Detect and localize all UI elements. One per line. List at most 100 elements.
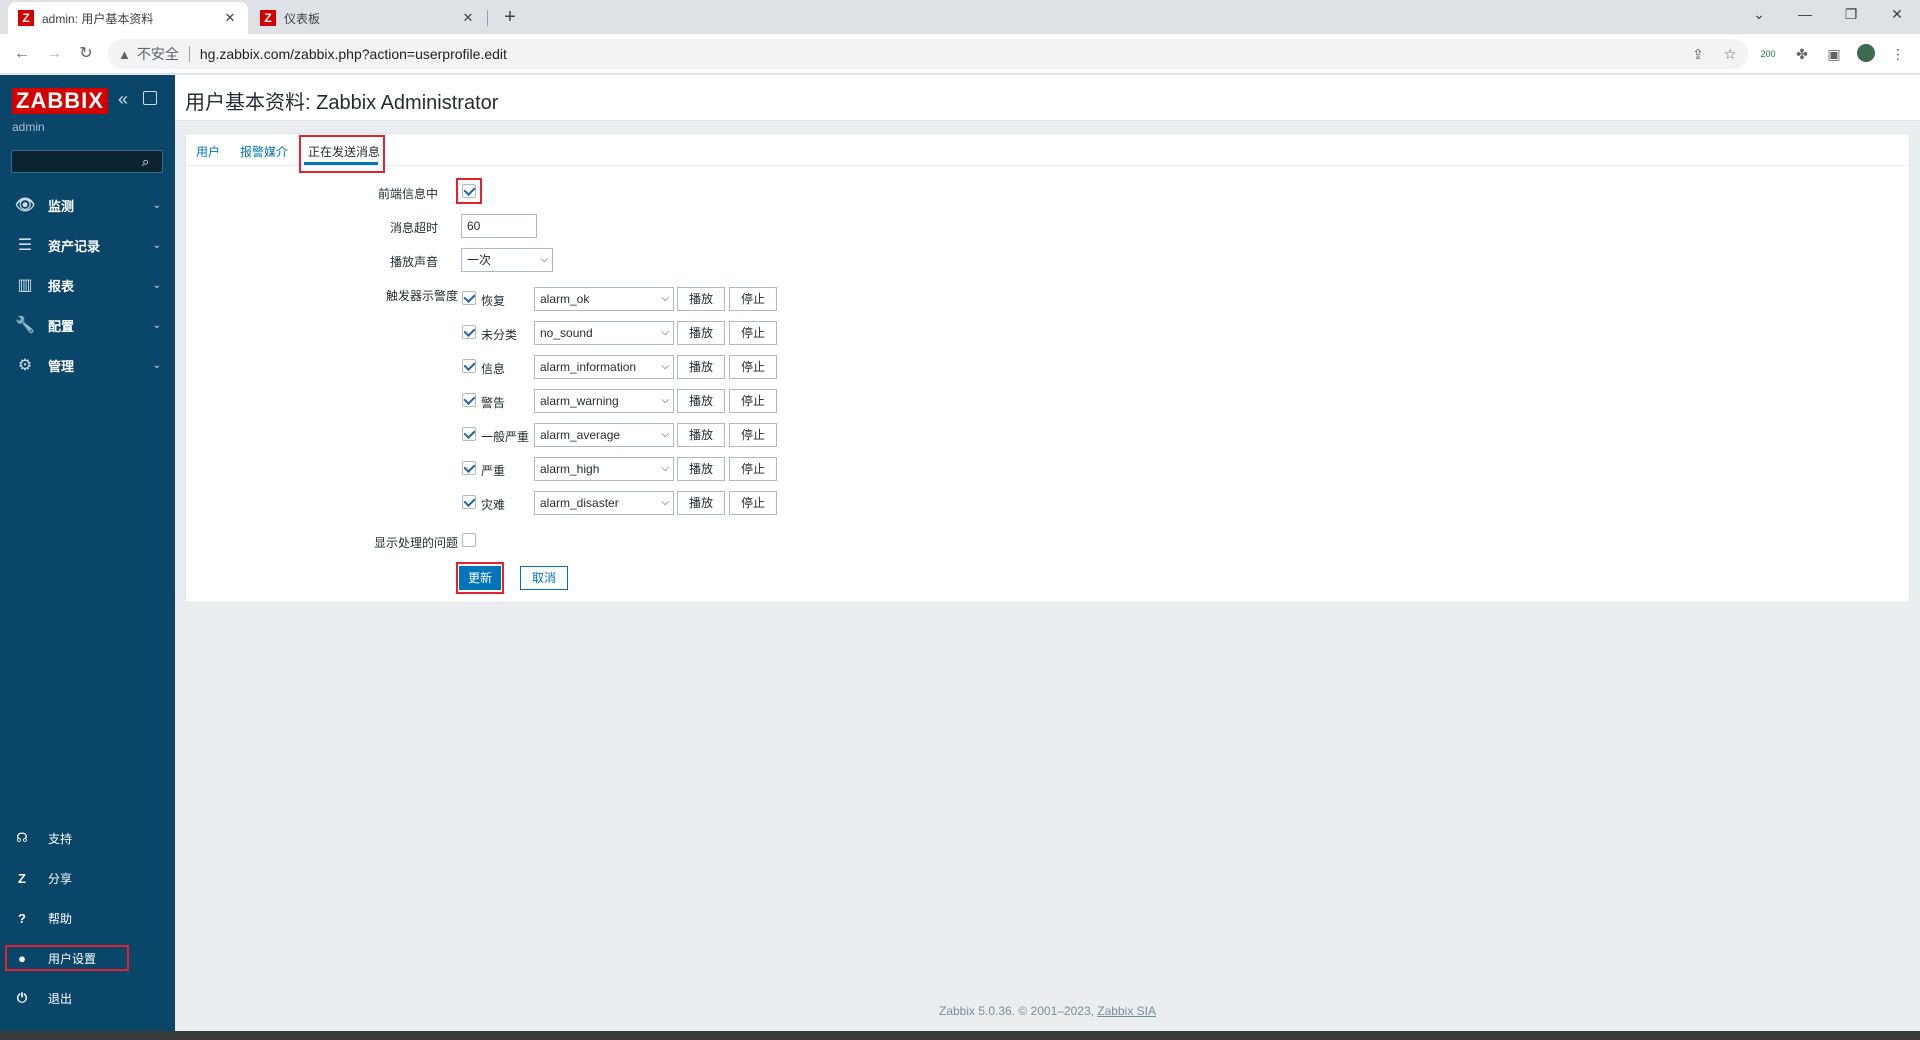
highlight-user-settings bbox=[5, 945, 129, 971]
stop-button[interactable]: 停止 bbox=[729, 491, 777, 515]
play-button[interactable]: 播放 bbox=[677, 491, 725, 515]
side-panel-icon[interactable]: ▣ bbox=[1824, 44, 1844, 64]
chevron-down-icon: ⌄ bbox=[152, 199, 161, 211]
extension-badge[interactable]: 200 bbox=[1758, 44, 1778, 64]
severity-sound-select[interactable]: alarm_average ⌵ bbox=[534, 423, 674, 447]
restore-button[interactable]: ❐ bbox=[1828, 0, 1874, 30]
menu-inventory[interactable]: ☰ 资产记录 ⌄ bbox=[0, 225, 175, 265]
message-timeout-input[interactable]: 60 bbox=[461, 214, 537, 238]
severity-checkbox[interactable] bbox=[462, 393, 476, 407]
menu-label: 配置 bbox=[48, 318, 75, 334]
show-suppressed-label: 显示处理的问题 bbox=[373, 536, 458, 550]
page-title: 用户基本资料: Zabbix Administrator bbox=[185, 92, 499, 114]
zabbix-favicon-icon: Z bbox=[18, 10, 34, 26]
severity-checkbox[interactable] bbox=[462, 359, 476, 373]
omnibox[interactable]: ▲ 不安全 hg.zabbix.com/zabbix.php?action=us… bbox=[108, 39, 1748, 69]
close-tab-icon[interactable]: ✕ bbox=[460, 10, 476, 26]
url-text[interactable]: hg.zabbix.com/zabbix.php?action=userprof… bbox=[200, 46, 507, 62]
browser-tab[interactable]: Z 仪表板 ✕ bbox=[250, 2, 486, 34]
search-icon[interactable]: ⌕ bbox=[142, 154, 149, 170]
forward-icon[interactable]: → bbox=[42, 42, 66, 66]
chevron-down-icon: ⌵ bbox=[661, 327, 669, 338]
severity-sound-select[interactable]: alarm_ok ⌵ bbox=[534, 287, 674, 311]
help-link[interactable]: ? 帮助 bbox=[0, 900, 175, 936]
menu-administration[interactable]: ⚙ 管理 ⌄ bbox=[0, 345, 175, 385]
help-label: 帮助 bbox=[48, 911, 73, 926]
severity-name: 灾难 bbox=[481, 498, 506, 512]
gear-icon: ⚙ bbox=[17, 357, 33, 374]
taskbar-strip bbox=[0, 1031, 1920, 1040]
severity-sound-select[interactable]: no_sound ⌵ bbox=[534, 321, 674, 345]
eye-icon: 👁 bbox=[14, 197, 36, 214]
browser-tab-bar: Z admin: 用户基本资料 ✕ Z 仪表板 ✕ + ⌄ — ❐ ✕ bbox=[0, 0, 1920, 34]
chevron-down-icon: ⌵ bbox=[661, 463, 669, 474]
stop-button[interactable]: 停止 bbox=[729, 321, 777, 345]
browser-menu-icon[interactable]: ⋮ bbox=[1888, 44, 1908, 64]
kiosk-mode-icon[interactable] bbox=[143, 91, 157, 105]
support-link[interactable]: ☊ 支持 bbox=[0, 820, 175, 856]
collapse-sidebar-icon[interactable]: « bbox=[118, 89, 128, 110]
stop-button[interactable]: 停止 bbox=[729, 389, 777, 413]
bookmark-star-icon[interactable]: ☆ bbox=[1720, 44, 1740, 64]
severity-sound-select[interactable]: alarm_warning ⌵ bbox=[534, 389, 674, 413]
share-link[interactable]: Z 分享 bbox=[0, 860, 175, 896]
tab-search-chevron-icon[interactable]: ⌄ bbox=[1736, 0, 1782, 30]
stop-button[interactable]: 停止 bbox=[729, 457, 777, 481]
tab-separator bbox=[487, 10, 488, 26]
tab-media[interactable]: 报警媒介 bbox=[240, 143, 288, 160]
play-button[interactable]: 播放 bbox=[677, 355, 725, 379]
warning-icon: ▲ bbox=[118, 46, 131, 62]
form-tabs: 用户 报警媒介 正在发送消息 bbox=[186, 134, 1909, 166]
play-button[interactable]: 播放 bbox=[677, 287, 725, 311]
chevron-down-icon: ⌵ bbox=[661, 293, 669, 304]
menu-configuration[interactable]: 🔧 配置 ⌄ bbox=[0, 305, 175, 345]
stop-button[interactable]: 停止 bbox=[729, 355, 777, 379]
show-suppressed-checkbox[interactable] bbox=[462, 533, 476, 547]
minimize-button[interactable]: — bbox=[1782, 0, 1828, 30]
zabbix-favicon-icon: Z bbox=[260, 10, 276, 26]
share-icon[interactable]: ⇪ bbox=[1688, 44, 1708, 64]
severity-checkbox[interactable] bbox=[462, 325, 476, 339]
severity-sound-select[interactable]: alarm_high ⌵ bbox=[534, 457, 674, 481]
tab-user[interactable]: 用户 bbox=[196, 143, 220, 160]
menu-reports[interactable]: ▥ 报表 ⌄ bbox=[0, 265, 175, 305]
signout-link[interactable]: ⏻ 退出 bbox=[0, 980, 175, 1016]
severity-sound-value: alarm_high bbox=[540, 462, 600, 476]
severity-checkbox[interactable] bbox=[462, 461, 476, 475]
trigger-severity-label: 触发器示警度 bbox=[385, 289, 458, 303]
severity-name: 严重 bbox=[481, 464, 506, 478]
reload-icon[interactable]: ↻ bbox=[74, 42, 98, 66]
chevron-down-icon: ⌵ bbox=[540, 254, 548, 265]
sidebar-search-input[interactable] bbox=[11, 150, 163, 173]
browser-tab-active[interactable]: Z admin: 用户基本资料 ✕ bbox=[8, 2, 248, 34]
extensions-puzzle-icon[interactable]: ✤ bbox=[1792, 44, 1812, 64]
menu-monitoring[interactable]: 👁 监测 ⌄ bbox=[0, 185, 175, 225]
severity-checkbox[interactable] bbox=[462, 291, 476, 305]
stop-button[interactable]: 停止 bbox=[729, 423, 777, 447]
zabbix-logo[interactable]: ZABBIX bbox=[12, 88, 108, 114]
severity-name: 一般严重 bbox=[481, 430, 530, 444]
play-button[interactable]: 播放 bbox=[677, 457, 725, 481]
play-button[interactable]: 播放 bbox=[677, 423, 725, 447]
profile-avatar-icon[interactable] bbox=[1856, 44, 1876, 64]
severity-sound-value: alarm_average bbox=[540, 428, 621, 442]
severity-sound-select[interactable]: alarm_disaster ⌵ bbox=[534, 491, 674, 515]
back-icon[interactable]: ← bbox=[10, 42, 34, 66]
chevron-down-icon: ⌵ bbox=[661, 395, 669, 406]
stop-button[interactable]: 停止 bbox=[729, 287, 777, 311]
close-window-button[interactable]: ✕ bbox=[1874, 0, 1920, 30]
new-tab-button[interactable]: + bbox=[498, 6, 522, 30]
severity-sound-select[interactable]: alarm_information ⌵ bbox=[534, 355, 674, 379]
play-sound-select[interactable]: 一次 ⌵ bbox=[461, 248, 553, 272]
severity-checkbox[interactable] bbox=[462, 427, 476, 441]
power-icon: ⏻ bbox=[16, 990, 28, 1005]
close-tab-icon[interactable]: ✕ bbox=[222, 10, 238, 26]
cancel-button[interactable]: 取消 bbox=[520, 566, 568, 590]
play-sound-label: 播放声音 bbox=[389, 255, 438, 269]
highlight-messaging-tab bbox=[299, 135, 385, 173]
footer-link[interactable]: Zabbix SIA bbox=[1097, 1004, 1156, 1018]
play-button[interactable]: 播放 bbox=[677, 321, 725, 345]
severity-checkbox[interactable] bbox=[462, 495, 476, 509]
chevron-down-icon: ⌄ bbox=[152, 279, 161, 291]
play-button[interactable]: 播放 bbox=[677, 389, 725, 413]
